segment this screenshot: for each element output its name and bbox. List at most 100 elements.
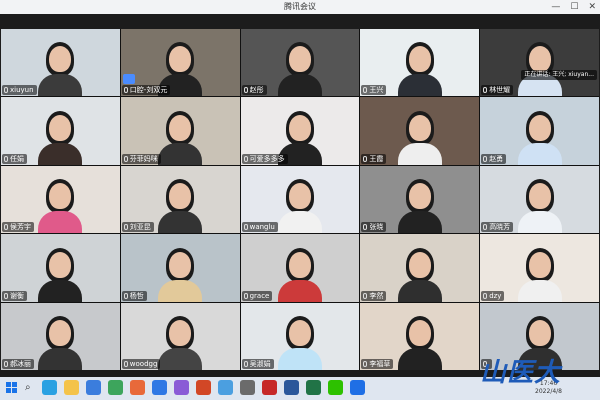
- participant-tile[interactable]: 高晓芳: [480, 165, 599, 234]
- participant-tile[interactable]: wanglu: [240, 165, 360, 234]
- participant-name-label: 林世耀: [481, 85, 514, 96]
- torso: [277, 348, 322, 370]
- participant-video: [517, 175, 562, 234]
- close-icon[interactable]: ✕: [588, 2, 596, 12]
- participant-tile[interactable]: 郝冰丽: [1, 302, 120, 370]
- participant-video: [38, 175, 83, 234]
- participant-tile[interactable]: 吴淑娟: [240, 302, 360, 370]
- participant-video: [158, 312, 203, 370]
- participant-name: 张晓: [369, 223, 384, 232]
- participant-tile[interactable]: 刘亚昆: [120, 165, 240, 234]
- torso: [397, 279, 442, 302]
- search-icon[interactable]: ⌕: [25, 382, 31, 393]
- word-icon[interactable]: [284, 380, 299, 395]
- windows-start-icon[interactable]: [6, 382, 18, 394]
- participant-tile[interactable]: 可爱多多多: [240, 97, 360, 165]
- microphone-icon: [363, 361, 368, 367]
- meeting-app-icon[interactable]: [152, 380, 167, 395]
- microphone-icon: [123, 292, 128, 299]
- participant-name: 赵彤: [249, 86, 264, 95]
- torso: [277, 211, 322, 234]
- face: [408, 114, 431, 141]
- participant-tile[interactable]: 口腔-刘双元: [120, 29, 240, 97]
- participant-tile[interactable]: 李福草: [360, 302, 480, 370]
- edge-icon[interactable]: [42, 380, 57, 395]
- participant-video: [277, 244, 322, 302]
- app-icon[interactable]: [174, 380, 189, 395]
- participant-name-label: 侯芳宇: [2, 222, 34, 233]
- participant-tile[interactable]: 林世耀 正在讲话: 王兴; xiuyan...: [480, 29, 599, 97]
- face: [169, 46, 192, 73]
- folder-icon[interactable]: [64, 380, 79, 395]
- participant-tile[interactable]: grace: [240, 234, 360, 302]
- participant-name-label: 高晓芳: [481, 222, 514, 233]
- participant-tile[interactable]: 王兴: [360, 29, 480, 97]
- speaking-indicator: 正在讲话: 王兴; xiuyan...: [521, 70, 597, 81]
- tencent-meeting-icon[interactable]: [350, 380, 365, 395]
- participant-name: 侯芳宇: [10, 223, 31, 232]
- torso: [397, 211, 442, 234]
- wechat-icon[interactable]: [328, 380, 343, 395]
- participant-video: [397, 175, 442, 234]
- microphone-icon: [363, 87, 368, 94]
- participant-tile[interactable]: 任娟: [1, 97, 120, 165]
- torso: [277, 279, 322, 302]
- acrobat-icon[interactable]: [262, 380, 277, 395]
- ie-icon[interactable]: [86, 380, 101, 395]
- face: [169, 114, 192, 141]
- microphone-icon: [123, 224, 128, 231]
- participant-name-label: xiuyun: [2, 85, 37, 96]
- participant-tile[interactable]: 谢衡: [1, 234, 120, 302]
- participant-tile[interactable]: 赵勇: [480, 97, 599, 165]
- mail-icon[interactable]: [240, 380, 255, 395]
- microphone-icon: [123, 87, 128, 94]
- participant-tile[interactable]: woodgg: [120, 302, 240, 370]
- participant-name: 可爱多多多: [249, 154, 285, 163]
- participant-name: 赵勇: [489, 154, 504, 163]
- participant-video: [397, 244, 442, 302]
- app-icon[interactable]: [218, 380, 233, 395]
- participant-video: [158, 175, 203, 234]
- participant-tile[interactable]: dzy: [480, 234, 599, 302]
- participant-video: [277, 175, 322, 234]
- participant-name-label: 杨哲: [121, 290, 147, 301]
- participant-tile[interactable]: 杨哲: [120, 234, 240, 302]
- microphone-icon: [483, 87, 488, 94]
- participant-name-label: 李福草: [361, 359, 394, 369]
- participant-tile[interactable]: xiuyun: [1, 29, 120, 97]
- excel-icon[interactable]: [306, 380, 321, 395]
- participant-tile[interactable]: 芬菲妈咪: [120, 97, 240, 165]
- participant-name: woodgg: [129, 360, 158, 368]
- participant-video: [397, 38, 442, 97]
- face: [408, 183, 431, 210]
- powerpoint-icon[interactable]: [196, 380, 211, 395]
- participant-video: [397, 107, 442, 165]
- chrome-icon[interactable]: [108, 380, 123, 395]
- participant-name: 王霞: [369, 154, 384, 163]
- title-bar: 腾讯会议 — ☐ ✕: [0, 0, 600, 14]
- participant-video: [277, 38, 322, 97]
- participant-name-label: 芬菲妈咪: [121, 153, 161, 164]
- microphone-icon: [123, 155, 128, 162]
- participant-name-label: woodgg: [121, 359, 161, 369]
- minimize-icon[interactable]: —: [551, 2, 560, 12]
- participant-name-label: 赵彤: [241, 85, 267, 96]
- microphone-icon: [363, 292, 368, 299]
- face: [169, 320, 192, 346]
- face: [288, 183, 311, 210]
- microphone-icon: [483, 155, 488, 162]
- participant-tile[interactable]: 李然: [360, 234, 480, 302]
- participant-name: 吴淑娟: [249, 360, 271, 368]
- participant-video: [38, 107, 83, 165]
- face: [288, 46, 311, 73]
- participant-name: 高晓芳: [489, 223, 511, 232]
- participant-tile[interactable]: 张晓: [360, 165, 480, 234]
- participant-tile[interactable]: 王霞: [360, 97, 480, 165]
- participant-name-label: 王霞: [361, 153, 387, 164]
- participant-tile[interactable]: 侯芳宇: [1, 165, 120, 234]
- maximize-icon[interactable]: ☐: [570, 2, 578, 12]
- participant-tile[interactable]: 赵彤: [240, 29, 360, 97]
- torso: [38, 74, 83, 97]
- firefox-icon[interactable]: [130, 380, 145, 395]
- face: [408, 46, 431, 73]
